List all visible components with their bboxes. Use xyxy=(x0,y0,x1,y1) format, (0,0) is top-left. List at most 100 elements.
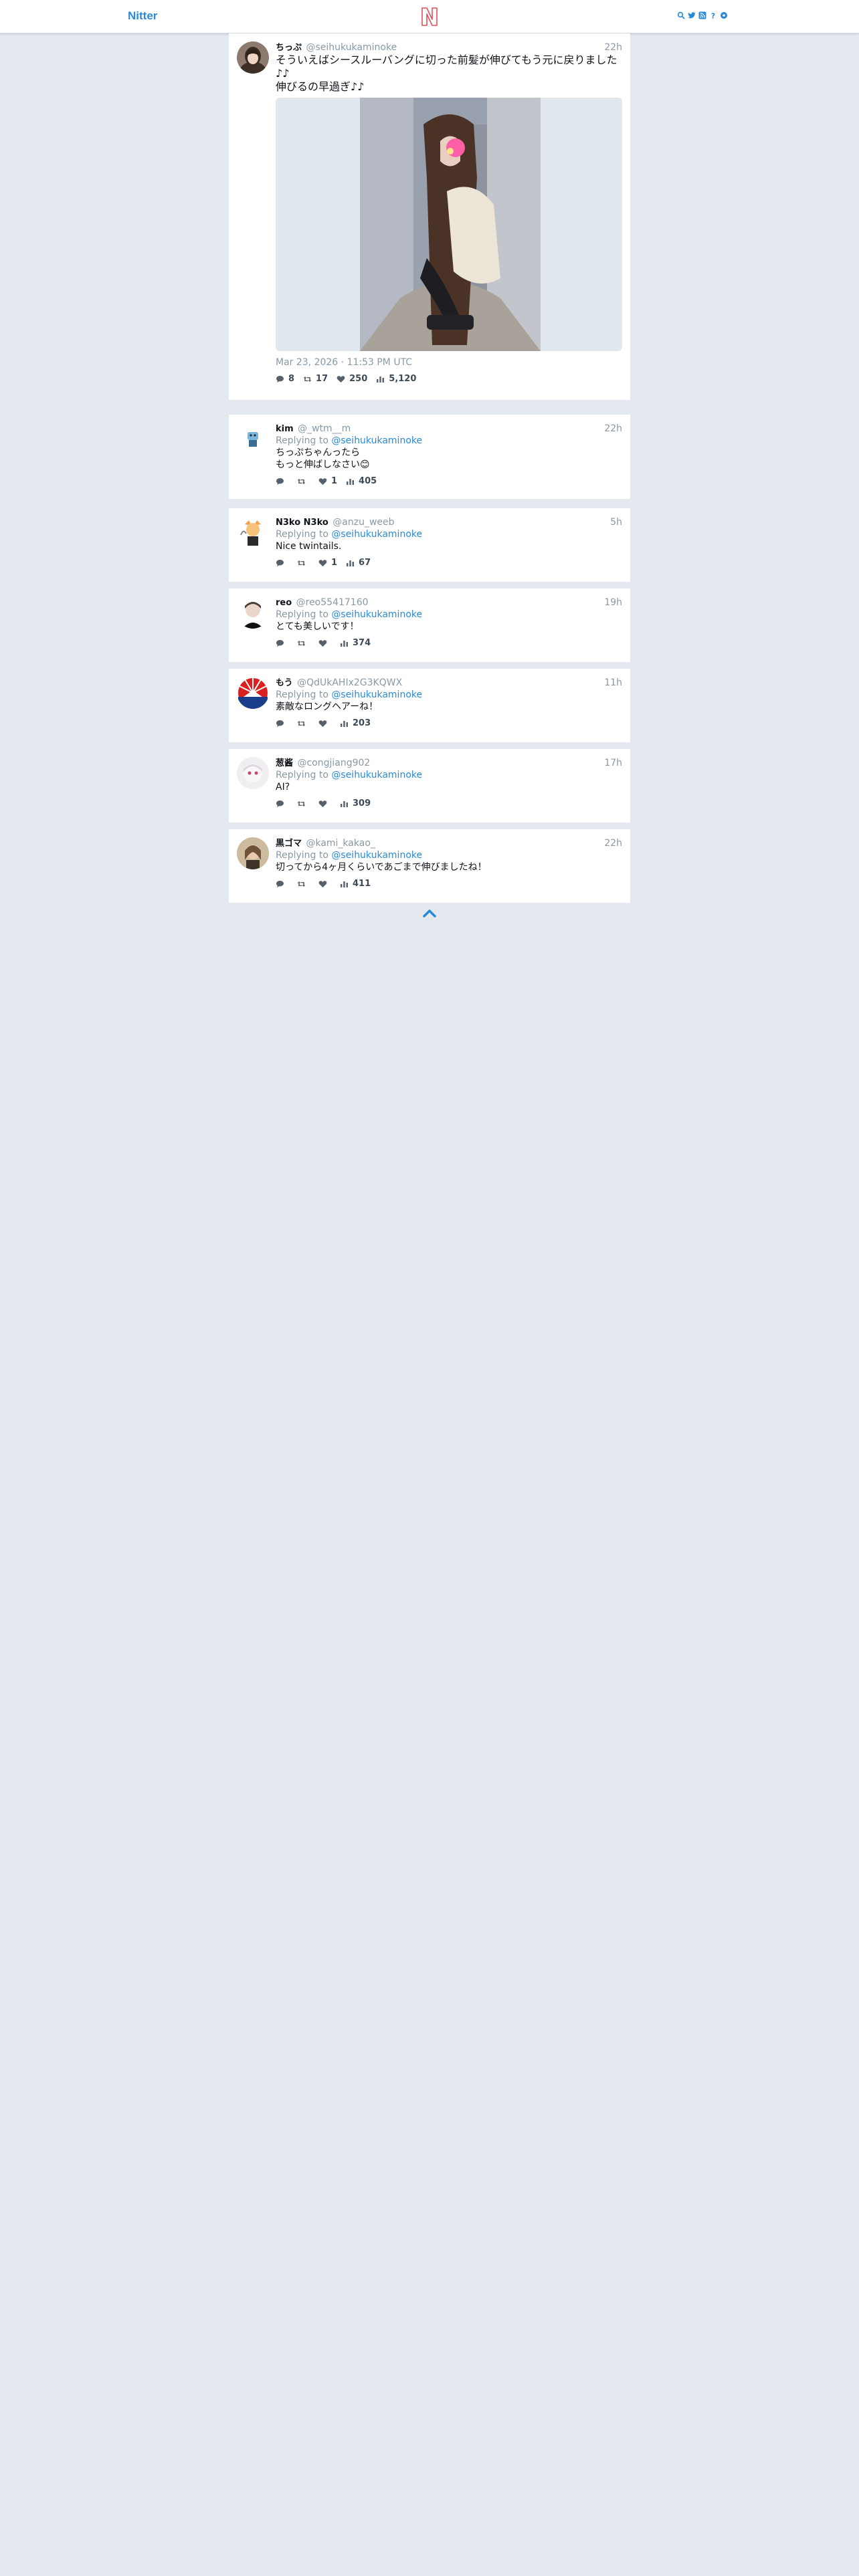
reply-stat[interactable] xyxy=(276,798,288,809)
avatar[interactable] xyxy=(237,597,269,629)
views-stat[interactable]: 411 xyxy=(340,879,371,889)
reply-tweet: 葱酱 @congjiang902 17h Replying to @seihuk… xyxy=(229,749,630,823)
views-stat[interactable]: 67 xyxy=(346,558,371,568)
views-stat[interactable]: 374 xyxy=(340,638,371,649)
fullname-link[interactable]: reo xyxy=(276,598,292,608)
replying-to-label: Replying to xyxy=(276,770,332,780)
avatar[interactable] xyxy=(237,516,269,548)
tweet-date-link[interactable]: 17h xyxy=(604,757,622,769)
avatar[interactable] xyxy=(237,757,269,789)
retweet-stat[interactable]: 17 xyxy=(303,374,328,385)
main-tweet: ちっぷ @seihukukaminoke 22h そういえばシースルーバングに切… xyxy=(229,33,630,400)
reply-stat[interactable] xyxy=(276,638,288,649)
views-icon xyxy=(347,479,355,485)
replying-to-link[interactable]: @seihukukaminoke xyxy=(331,529,422,540)
tweet-date-link[interactable]: 11h xyxy=(604,677,622,689)
views-icon xyxy=(377,377,385,383)
username-link[interactable]: @QdUkAHIx2G3KQWX xyxy=(297,677,402,688)
navbar: Nitter ? xyxy=(0,0,859,33)
nitter-logo[interactable] xyxy=(419,5,440,29)
replying-to-label: Replying to xyxy=(276,609,332,620)
replying-to-link[interactable]: @seihukukaminoke xyxy=(331,435,422,446)
username-link[interactable]: @congjiang902 xyxy=(297,758,370,768)
retweet-stat[interactable] xyxy=(297,638,310,649)
tweet-body: 黒ゴマ @kami_kakao_ 22h Replying to @seihuk… xyxy=(276,837,622,889)
fullname-link[interactable]: ちっぷ xyxy=(276,43,302,53)
tweet-date-link[interactable]: 5h xyxy=(610,516,622,528)
replying-to-link[interactable]: @seihukukaminoke xyxy=(331,850,422,861)
tweet-date-link[interactable]: 22h xyxy=(604,423,622,435)
views-count: 309 xyxy=(353,798,371,809)
retweet-stat[interactable] xyxy=(297,476,310,487)
tweet-photo[interactable] xyxy=(360,98,541,351)
like-stat[interactable] xyxy=(318,798,331,809)
retweet-stat[interactable] xyxy=(297,879,310,889)
tweet-date-link[interactable]: 22h xyxy=(604,837,622,849)
retweet-stat[interactable] xyxy=(297,718,310,729)
tweet-header: kim @_wtm__m 22h xyxy=(276,423,622,435)
tweet-stats: 8 17 250 5,120 xyxy=(276,374,622,385)
views-stat[interactable]: 405 xyxy=(346,476,377,487)
reply-stat[interactable] xyxy=(276,879,288,889)
reply-stat[interactable]: 8 xyxy=(276,374,294,385)
username-link[interactable]: @seihukukaminoke xyxy=(306,42,397,53)
like-stat[interactable] xyxy=(318,638,331,649)
replying-to-link[interactable]: @seihukukaminoke xyxy=(331,689,422,700)
like-stat[interactable] xyxy=(318,718,331,729)
tweet-header: reo @reo55417160 19h xyxy=(276,597,622,609)
comment-icon xyxy=(276,881,284,887)
avatar[interactable] xyxy=(237,677,269,709)
replying-to: Replying to @seihukukaminoke xyxy=(276,849,622,861)
tweet-body: もう @QdUkAHIx2G3KQWX 11h Replying to @sei… xyxy=(276,677,622,729)
retweet-icon xyxy=(297,641,306,646)
username-link[interactable]: @anzu_weeb xyxy=(332,517,394,528)
fullname-link[interactable]: N3ko N3ko xyxy=(276,518,328,528)
reply-stat[interactable] xyxy=(276,476,288,487)
tweet-body: ちっぷ @seihukukaminoke 22h そういえばシースルーバングに切… xyxy=(276,41,622,385)
like-stat[interactable]: 250 xyxy=(337,374,367,385)
username-link[interactable]: @reo55417160 xyxy=(296,597,369,608)
tweet-date-link[interactable]: 22h xyxy=(604,41,622,53)
like-stat[interactable]: 1 xyxy=(318,558,337,568)
replying-to-label: Replying to xyxy=(276,850,332,861)
rss-icon[interactable] xyxy=(698,11,706,21)
tweet-date-link[interactable]: 19h xyxy=(604,597,622,609)
search-icon[interactable] xyxy=(677,11,685,21)
heart-icon xyxy=(318,560,327,566)
brand-link[interactable]: Nitter xyxy=(128,9,157,23)
avatar[interactable] xyxy=(237,837,269,869)
retweet-icon xyxy=(297,479,306,484)
replying-to-link[interactable]: @seihukukaminoke xyxy=(331,609,422,620)
replying-to-link[interactable]: @seihukukaminoke xyxy=(331,770,422,780)
reply-stat[interactable] xyxy=(276,558,288,568)
like-stat[interactable] xyxy=(318,879,331,889)
fullname-link[interactable]: 葱酱 xyxy=(276,758,293,768)
retweet-stat[interactable] xyxy=(297,798,310,809)
views-stat[interactable]: 203 xyxy=(340,718,371,729)
scroll-top-button[interactable] xyxy=(420,906,439,920)
retweet-stat[interactable] xyxy=(297,558,310,568)
fullname-link[interactable]: 黒ゴマ xyxy=(276,839,302,849)
like-stat[interactable]: 1 xyxy=(318,476,337,487)
fullname-link[interactable]: kim xyxy=(276,424,294,434)
views-stat[interactable]: 309 xyxy=(340,798,371,809)
tweet-published[interactable]: Mar 23, 2026 · 11:53 PM UTC xyxy=(276,356,622,368)
twitter-icon[interactable] xyxy=(688,11,696,21)
views-stat[interactable]: 5,120 xyxy=(376,374,416,385)
tweet-header: ちっぷ @seihukukaminoke 22h xyxy=(276,41,622,53)
views-count: 67 xyxy=(359,558,371,568)
tweet-stats: 1 67 xyxy=(276,558,622,568)
info-icon[interactable]: ? xyxy=(709,11,717,21)
replying-to-label: Replying to xyxy=(276,435,332,446)
tweet-media[interactable] xyxy=(276,98,622,351)
reply-stat[interactable] xyxy=(276,718,288,729)
avatar[interactable] xyxy=(237,423,269,455)
username-link[interactable]: @_wtm__m xyxy=(298,423,351,434)
fullname-link[interactable]: もう xyxy=(276,678,293,688)
username-link[interactable]: @kami_kakao_ xyxy=(306,838,375,849)
settings-icon[interactable] xyxy=(720,11,728,21)
views-count: 5,120 xyxy=(389,374,417,384)
nav-icons: ? xyxy=(677,11,728,21)
like-count: 1 xyxy=(331,476,338,486)
avatar[interactable] xyxy=(237,41,269,74)
